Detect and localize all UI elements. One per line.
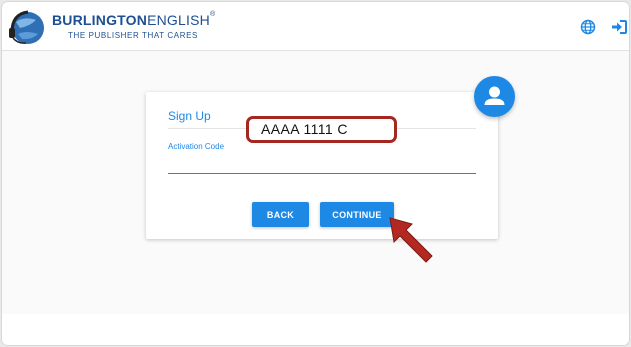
brand-tagline: THE PUBLISHER THAT CARES (68, 31, 198, 40)
activation-code-input[interactable] (168, 154, 476, 174)
footer-bar (2, 314, 629, 345)
activation-code-label: Activation Code (168, 142, 225, 151)
brand-name-light: ENGLISH (147, 12, 210, 28)
user-avatar-button[interactable] (474, 76, 515, 117)
brand-name-bold: BURLINGTON (52, 12, 148, 28)
continue-button[interactable]: CONTINUE (320, 202, 394, 227)
brand-name: BURLINGTONENGLISH® (52, 11, 216, 28)
globe-icon[interactable] (580, 19, 596, 35)
pointer-arrow-icon (389, 217, 433, 263)
brand-logo-icon (9, 10, 44, 44)
app-window: BURLINGTONENGLISH® THE PUBLISHER THAT CA… (2, 2, 629, 345)
card-title: Sign Up (168, 109, 211, 123)
user-icon (484, 86, 505, 105)
back-button[interactable]: BACK (252, 202, 309, 227)
sign-up-card: Sign Up Activation Code BACK CONTINUE (146, 92, 498, 239)
activation-code-callout: AAAA 1111 C (246, 116, 397, 143)
registered-mark: ® (209, 11, 216, 18)
top-bar: BURLINGTONENGLISH® THE PUBLISHER THAT CA… (2, 2, 629, 51)
sign-in-icon[interactable] (611, 19, 627, 35)
